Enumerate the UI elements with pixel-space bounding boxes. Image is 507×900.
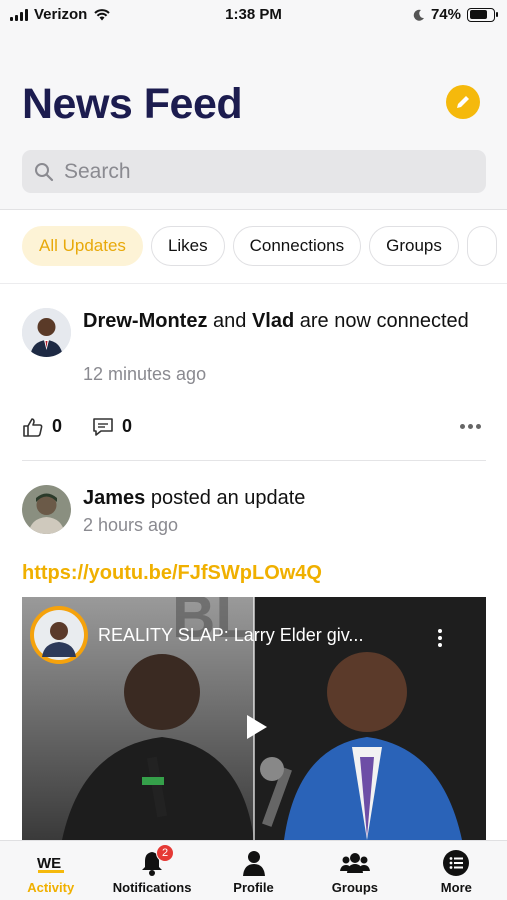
pencil-icon <box>457 96 469 108</box>
battery-icon <box>467 7 498 22</box>
post-link[interactable]: https://youtu.be/FJfSWpLOw4Q <box>22 562 322 585</box>
search-icon <box>35 162 54 181</box>
search-input[interactable] <box>64 159 464 184</box>
video-title: REALITY SLAP: Larry Elder giv... <box>98 625 364 645</box>
timestamp: 12 minutes ago <box>83 364 207 384</box>
user-link[interactable]: Drew-Montez <box>83 310 207 332</box>
comment-icon[interactable] <box>92 417 114 437</box>
person-icon <box>242 850 266 876</box>
header: News Feed <box>0 30 507 210</box>
tab-label: Activity <box>27 880 75 895</box>
like-count: 0 <box>52 416 63 436</box>
connector-text: and <box>213 310 247 332</box>
tab-bar: WE Activity 2 Notifications Profile Grou… <box>0 840 507 900</box>
filter-groups[interactable]: Groups <box>369 226 459 266</box>
filter-connections[interactable]: Connections <box>232 226 362 266</box>
video-embed[interactable]: BLA REALITY SLAP: Larry Elder giv... <box>22 597 486 840</box>
post-actions: 0 0 <box>22 416 132 437</box>
tab-label: More <box>440 880 472 895</box>
notification-badge: 2 <box>156 844 175 862</box>
status-right: 74% <box>413 6 498 23</box>
compose-button[interactable] <box>446 85 480 119</box>
tab-label: Profile <box>233 880 274 895</box>
filter-bar: All Updates Likes Connections Groups <box>22 226 507 268</box>
page-title: News Feed <box>22 80 243 128</box>
tab-activity[interactable]: WE Activity <box>0 841 101 900</box>
tab-notifications[interactable]: 2 Notifications <box>101 841 202 900</box>
activity-text: James posted an update <box>83 486 483 511</box>
group-icon <box>339 850 370 876</box>
divider <box>0 283 507 284</box>
svg-text:WE: WE <box>37 855 61 872</box>
thumbs-up-icon[interactable] <box>22 417 44 437</box>
list-icon <box>443 850 470 876</box>
filter-all-updates[interactable]: All Updates <box>22 226 143 266</box>
battery-percent: 74% <box>430 6 461 23</box>
moon-icon <box>413 9 424 21</box>
tab-profile[interactable]: Profile <box>203 841 304 900</box>
tab-groups[interactable]: Groups <box>304 841 405 900</box>
tab-label: Groups <box>331 880 379 895</box>
more-options-icon[interactable] <box>460 424 481 429</box>
action-text: posted an update <box>150 487 306 509</box>
status-bar: Verizon 1:38 PM 74% <box>0 0 507 30</box>
activity-text: Drew-Montez and Vlad are now connected <box>83 309 483 334</box>
tab-label: Notifications <box>112 880 192 895</box>
timestamp: 2 hours ago <box>83 515 179 535</box>
tab-more[interactable]: More <box>406 841 507 900</box>
divider <box>22 460 486 461</box>
video-menu-icon[interactable] <box>438 629 442 647</box>
user-link[interactable]: James <box>83 487 145 509</box>
action-text: are now connected <box>299 310 469 332</box>
we-logo-icon: WE <box>36 850 66 876</box>
filter-likes[interactable]: Likes <box>150 226 225 266</box>
play-icon[interactable] <box>240 712 270 742</box>
search-bar[interactable] <box>22 150 486 193</box>
avatar[interactable] <box>22 308 71 357</box>
bell-icon: 2 <box>140 844 175 876</box>
filter-more-partial[interactable] <box>466 226 497 266</box>
user-link[interactable]: Vlad <box>252 310 294 332</box>
comment-count: 0 <box>122 416 133 436</box>
avatar[interactable] <box>22 485 71 534</box>
